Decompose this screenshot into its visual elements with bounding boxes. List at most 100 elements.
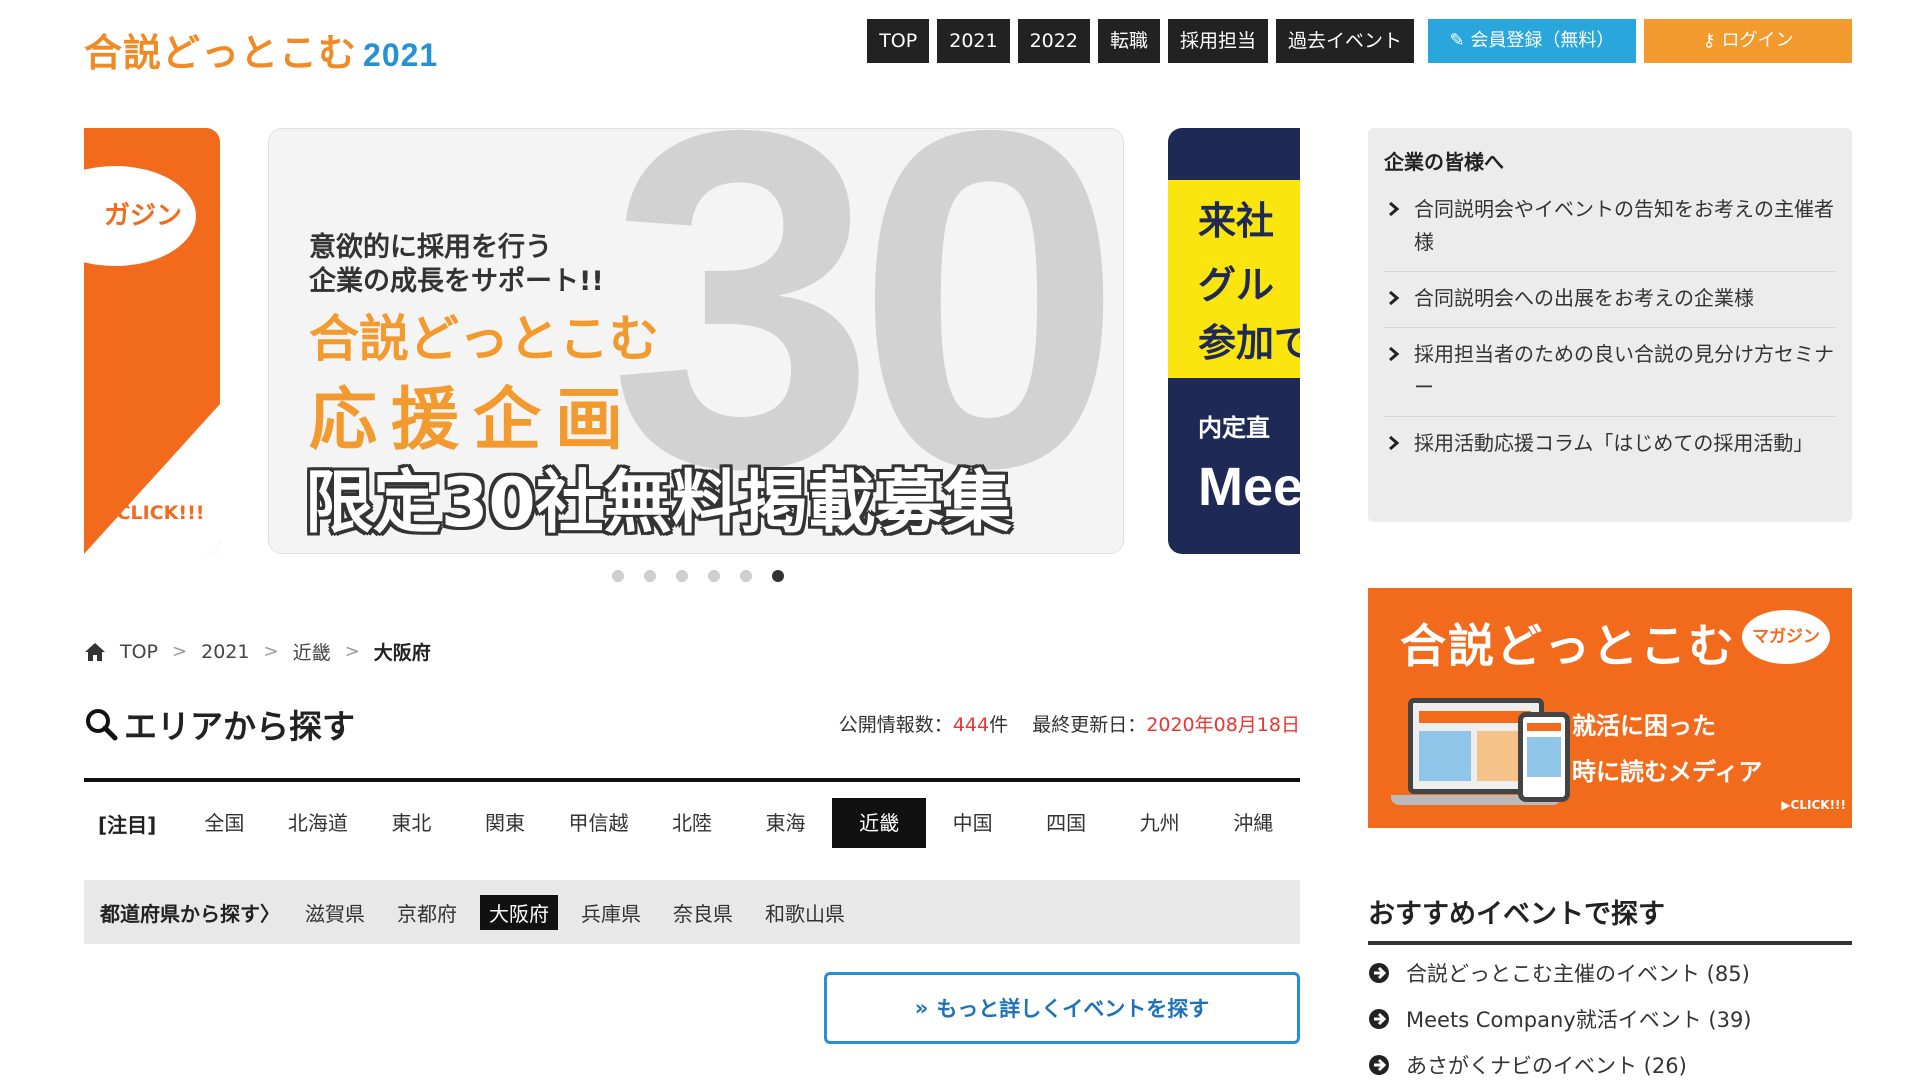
region-tab[interactable]: 四国 [1019,798,1113,848]
top-nav: TOP 2021 2022 転職 採用担当 過去イベント ✎ 会員登録（無料） … [859,19,1852,63]
recommended-event-link[interactable]: Meets Company就活イベント (39) [1368,996,1852,1042]
circle-arrow-right-icon [1369,963,1389,983]
recommended-events-list: 合説どっとこむ主催のイベント (85) Meets Company就活イベント (… [1368,950,1852,1080]
prefecture-link[interactable]: 滋賀県 [296,895,374,930]
recommended-event-link[interactable]: 合説どっとこむ主催のイベント (85) [1368,950,1852,996]
carousel-dot[interactable] [612,570,624,582]
slide-corner [84,404,220,554]
corporate-link[interactable]: 採用活動応援コラム「はじめての採用活動」 [1384,417,1836,472]
region-tab[interactable]: 甲信越 [552,798,646,848]
carousel-dot[interactable] [708,570,720,582]
prefecture-link[interactable]: 和歌山県 [756,895,854,930]
section-divider [84,778,1300,782]
count-value: 444 [952,714,990,736]
double-chevron-right-icon: » [914,996,929,1020]
prefecture-link[interactable]: 兵庫県 [572,895,650,930]
region-tab[interactable]: 北陸 [645,798,739,848]
breadcrumb-region[interactable]: 近畿 [293,638,331,665]
more-events-button[interactable]: » もっと詳しくイベントを探す [824,972,1300,1044]
carousel-dots [612,570,804,582]
region-tab[interactable]: 関東 [458,798,552,848]
slide-next-line-2: グル [1198,263,1275,307]
prefecture-link[interactable]: 大阪府 [480,894,558,930]
carousel-dot[interactable] [772,570,784,582]
region-tab[interactable]: 近畿 [832,798,926,848]
chevron-right-icon [1389,435,1400,451]
corporate-link[interactable]: 合同説明会やイベントの告知をお考えの主催者様 [1384,183,1836,272]
nav-career-change[interactable]: 転職 [1097,19,1160,63]
login-button[interactable]: ⚷ ログイン [1644,19,1852,63]
magazine-banner[interactable]: 合説どっとこむ マガジン 就活に困った 時に読むメディア ▶CLICK!!! [1368,588,1852,828]
more-events-label: もっと詳しくイベントを探す [936,997,1210,1021]
corporate-link-label: 合同説明会やイベントの告知をお考えの主催者様 [1414,197,1834,254]
region-tab[interactable]: 北海道 [271,798,365,848]
phone-header [1527,723,1561,731]
slide-next-line-1: 来社 [1198,199,1275,243]
chevron-right-icon: > [172,641,188,662]
carousel-dot[interactable] [676,570,688,582]
count-label: 公開情報数： [838,714,953,736]
breadcrumb-current: 大阪府 [373,642,431,664]
breadcrumb: TOP > 2021 > 近畿 > 大阪府 [84,638,431,665]
region-tab[interactable]: 東海 [739,798,833,848]
key-icon: ⚷ [1702,30,1716,51]
register-button[interactable]: ✎ 会員登録（無料） [1428,19,1636,63]
prefecture-link[interactable]: 奈良県 [664,895,742,930]
recommended-event-link[interactable]: あさがくナビのイベント (26) [1368,1042,1852,1080]
site-logo[interactable]: 合説どっとこむ 2021 [84,22,438,77]
breadcrumb-year[interactable]: 2021 [201,641,249,663]
magazine-tagline-1: 就活に困った [1572,712,1716,740]
search-icon [86,709,118,741]
register-label: 会員登録（無料） [1470,30,1615,51]
chevron-right-icon: > [344,641,360,662]
carousel-slide-current[interactable]: 30 意欲的に採用を行う 企業の成長をサポート!! 合説どっとこむ 応援企画 限… [268,128,1124,554]
carousel-slide-prev[interactable]: ガジン ▶CLICK!!! [84,128,220,554]
nav-2022[interactable]: 2022 [1017,19,1090,63]
slide-badge: ガジン [84,166,196,266]
nav-recruiter[interactable]: 採用担当 [1167,19,1268,63]
chevron-right-icon: > [263,641,279,662]
corporate-link-label: 採用活動応援コラム「はじめての採用活動」 [1414,431,1814,455]
recommended-event-label: 合説どっとこむ主催のイベント (85) [1406,962,1750,986]
slide-click-label: ▶CLICK!!! [102,502,205,524]
corporate-links-title: 企業の皆様へ [1384,150,1504,174]
recommended-event-label: Meets Company就活イベント (39) [1406,1008,1752,1032]
magazine-title: 合説どっとこむ [1400,619,1736,673]
region-tab[interactable]: 東北 [365,798,459,848]
carousel-slide-next[interactable]: 来社 グル 参加で 内定直 Mee [1168,128,1300,554]
slide-next-line-4: 内定直 [1198,414,1270,442]
screen-block [1419,731,1471,781]
region-tab[interactable]: 中国 [926,798,1020,848]
region-tab[interactable]: 九州 [1113,798,1207,848]
phone-block [1527,737,1561,777]
magazine-click-label: ▶CLICK!!! [1781,798,1846,812]
nav-top[interactable]: TOP [867,19,930,63]
carousel-dot[interactable] [644,570,656,582]
region-tab[interactable]: 沖縄 [1206,798,1300,848]
prefecture-bar: 都道府県から探す〉 滋賀県 京都府 大阪府 兵庫県 奈良県 和歌山県 [84,880,1300,944]
slide-next-line-3: 参加で [1198,321,1300,365]
carousel-dot[interactable] [740,570,752,582]
slide-next-line-5: Mee [1198,457,1300,517]
logo-text: 合説どっとこむ [84,31,358,75]
area-search-title: エリアから探す [124,707,355,746]
region-tabs: [注目] 全国 北海道 東北 関東 甲信越 北陸 東海 近畿 中国 四国 九州 沖縄 [84,798,1300,848]
region-tab[interactable]: 全国 [178,798,272,848]
logo-year: 2021 [363,37,439,73]
corporate-link-label: 合同説明会への出展をお考えの企業様 [1414,286,1754,310]
nav-2021[interactable]: 2021 [937,19,1010,63]
breadcrumb-top[interactable]: TOP [120,641,158,663]
nav-past-events[interactable]: 過去イベント [1275,19,1414,63]
prefs-label: 都道府県から探す〉 [100,901,280,926]
corporate-links-box: 企業の皆様へ 合同説明会やイベントの告知をお考えの主催者様合同説明会への出展をお… [1368,128,1852,522]
chevron-right-icon [1389,290,1400,306]
prefecture-link[interactable]: 京都府 [388,895,466,930]
corporate-link[interactable]: 合同説明会への出展をお考えの企業様 [1384,272,1836,328]
area-search-heading: エリアから探す [84,700,355,748]
updated-value: 2020年08月18日 [1146,714,1300,736]
listing-stats: 公開情報数：444件 最終更新日：2020年08月18日 [839,710,1300,737]
corporate-link[interactable]: 採用担当者のための良い合説の見分け方セミナー [1384,328,1836,417]
corporate-link-label: 採用担当者のための良い合説の見分け方セミナー [1414,342,1834,399]
magazine-pill: マガジン [1742,610,1830,664]
slide-line-3: 合説どっとこむ [309,310,659,368]
